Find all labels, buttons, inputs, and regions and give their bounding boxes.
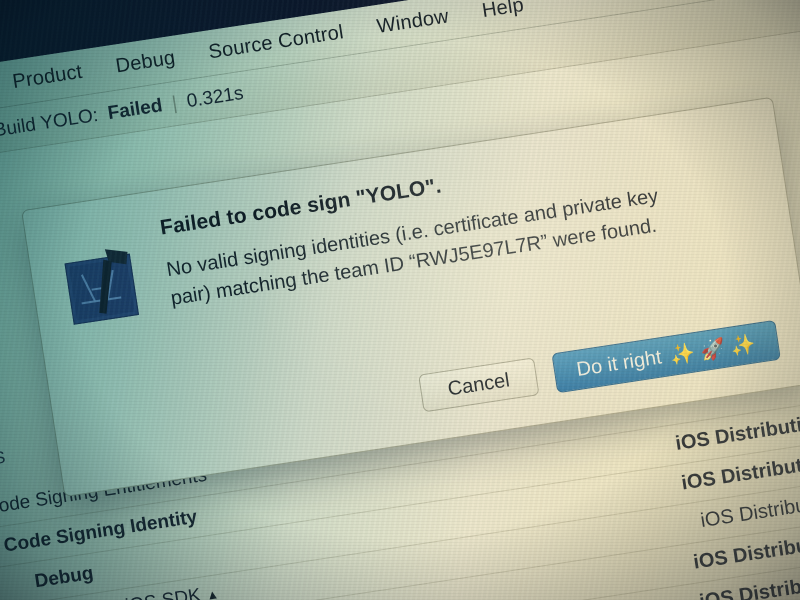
menu-item-window[interactable]: Window — [375, 5, 450, 39]
menu-item-source-control[interactable]: Source Control — [207, 21, 345, 64]
status-result: Failed — [106, 94, 164, 124]
xcode-hammer-blueprint-icon — [60, 238, 153, 331]
menu-item-product[interactable]: Product — [11, 61, 84, 94]
menu-item-debug[interactable]: Debug — [114, 47, 177, 79]
hammer-icon — [99, 249, 128, 314]
cancel-button[interactable]: Cancel — [418, 357, 540, 413]
status-activity: Build YOLO: — [0, 104, 100, 141]
status-separator-2: | — [170, 92, 179, 114]
photograph-of-monitor: r Product Debug Source Control Window He… — [0, 0, 800, 600]
do-it-right-button[interactable]: Do it right ✨ 🚀 ✨ — [551, 319, 781, 394]
sdk-stepper-icon[interactable]: ▴▾ — [207, 585, 218, 600]
build-setting-label: Debug — [33, 562, 95, 592]
xcode-window: r Product Debug Source Control Window He… — [0, 0, 800, 600]
sparkle-rocket-icon: ✨ 🚀 ✨ — [668, 332, 757, 368]
status-duration: 0.321s — [185, 82, 245, 112]
do-it-right-label: Do it right — [575, 345, 663, 381]
menu-item-help[interactable]: Help — [481, 0, 526, 23]
obscured-label-2: S — [0, 447, 7, 469]
